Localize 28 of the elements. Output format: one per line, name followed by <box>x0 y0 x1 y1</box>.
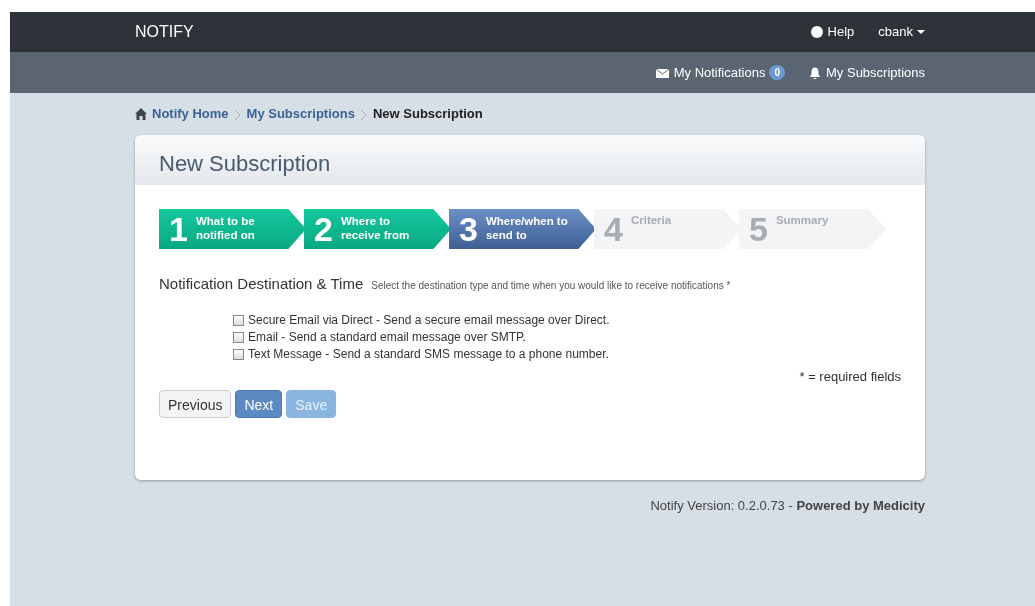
action-button[interactable]: Previous <box>159 390 232 418</box>
chevron-icon <box>234 109 241 120</box>
checkbox[interactable] <box>233 314 244 326</box>
notifications-link[interactable]: My Notifications 0 <box>655 62 785 83</box>
option-label: Text Message - Send a standard SMS message to a phone number. <box>248 345 609 363</box>
home-icon <box>135 108 147 120</box>
caret-icon <box>917 29 925 35</box>
breadcrumb-link[interactable]: Notify Home <box>152 104 229 124</box>
count-badge: 0 <box>769 65 785 80</box>
version-text: Notify Version: 0.2.0.73 - Powered by Medicity <box>650 498 925 513</box>
user-menu[interactable]: cbank <box>878 22 925 42</box>
action-button[interactable]: Next <box>235 390 283 418</box>
chevron-icon <box>360 109 367 120</box>
section-hint: Select the destination type and time when you would like to receive notifications * <box>371 279 731 293</box>
brand-name[interactable]: NOTIFY <box>135 20 194 44</box>
envelope-icon <box>655 66 669 79</box>
required-note: * = required fields <box>799 368 901 384</box>
section-title: Notification Destination & Time <box>159 274 364 294</box>
option-label: Secure Email via Direct - Send a secure email message over Direct. <box>248 311 610 329</box>
option-label: Email - Send a standard email message over SMTP. <box>248 328 526 346</box>
checkbox[interactable] <box>233 348 244 360</box>
help-link[interactable]: Help <box>810 22 855 42</box>
bell-icon <box>809 66 821 79</box>
panel-title: New Subscription <box>159 151 331 176</box>
breadcrumb-link[interactable]: My Subscriptions <box>246 104 355 124</box>
checkbox[interactable] <box>233 331 244 343</box>
current-page-label: New Subscription <box>372 105 483 124</box>
subscriptions-link[interactable]: My Subscriptions <box>809 62 925 83</box>
